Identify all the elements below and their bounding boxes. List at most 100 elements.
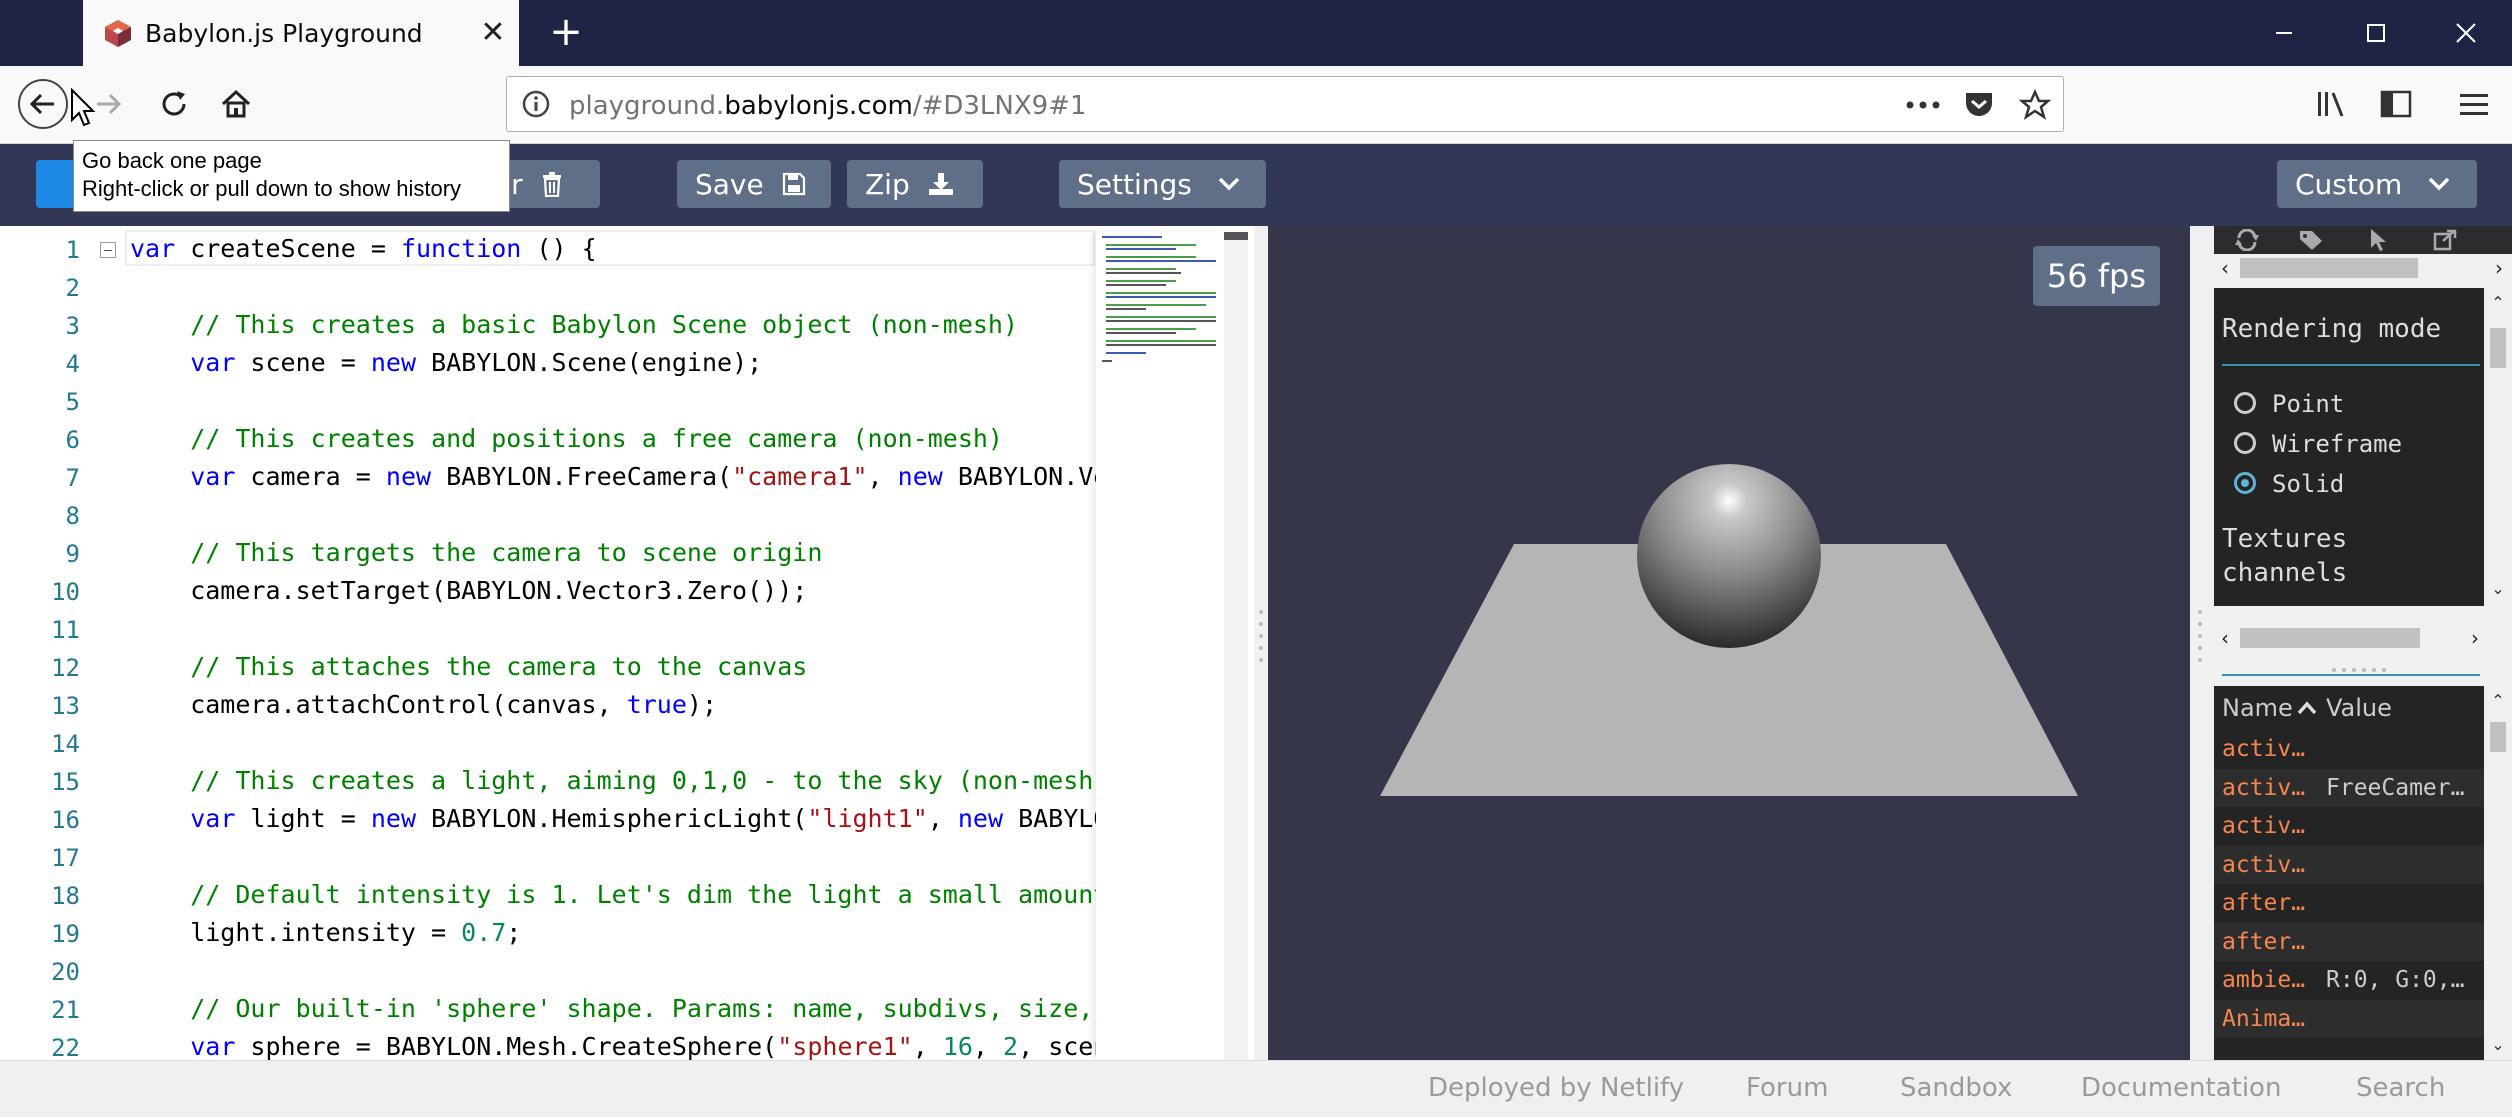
- scene-render: [1380, 464, 2078, 796]
- vscroll-thumb[interactable]: [2490, 328, 2506, 368]
- radio-point-label: Point: [2272, 390, 2345, 418]
- footer-link-sandbox[interactable]: Sandbox: [1900, 1073, 2012, 1103]
- editor-canvas-splitter[interactable]: [1254, 226, 1268, 1060]
- debug-inspector: ‹ › Rendering mode Point Wireframe Solid…: [2210, 226, 2512, 1060]
- scroll-down-icon[interactable]: ⌄: [2486, 576, 2510, 600]
- name-column-header[interactable]: Name: [2214, 694, 2322, 722]
- properties-header: Name Value: [2214, 686, 2484, 730]
- property-name: activ…: [2222, 774, 2306, 801]
- property-row[interactable]: activ… FreeCamer…: [2214, 768, 2484, 807]
- zip-button[interactable]: Zip: [847, 160, 983, 208]
- scroll-up-icon[interactable]: ⌃: [2486, 688, 2510, 712]
- inspector-toolbar: [2214, 226, 2512, 254]
- property-name: activ…: [2222, 813, 2306, 839]
- maximize-window-icon[interactable]: [2346, 12, 2406, 54]
- line-number: 8: [65, 502, 80, 530]
- property-row[interactable]: after…: [2214, 922, 2484, 961]
- editor-vertical-scrollbar[interactable]: [1224, 232, 1248, 1060]
- line-number: 5: [65, 388, 80, 416]
- grip-dots-icon: [1259, 610, 1263, 662]
- section-divider: [2222, 364, 2480, 366]
- render-panel-hscrollbar[interactable]: ‹ ›: [2210, 624, 2512, 652]
- line-number: 3: [65, 312, 80, 340]
- chevron-down-icon: [2428, 177, 2450, 191]
- footer-link-search[interactable]: Search: [2356, 1073, 2445, 1103]
- hscroll-thumb[interactable]: [2240, 628, 2420, 648]
- property-row[interactable]: Anima…: [2214, 999, 2484, 1038]
- settings-label: Settings: [1077, 167, 1192, 201]
- inspector-tabs-hscrollbar[interactable]: ‹ ›: [2210, 254, 2512, 282]
- fold-toggle-icon[interactable]: [100, 242, 116, 258]
- canvas-inspector-splitter[interactable]: [2190, 226, 2210, 1060]
- scroll-right-icon[interactable]: ›: [2462, 624, 2488, 652]
- property-row[interactable]: activ…: [2214, 730, 2484, 768]
- line-number: 4: [65, 350, 80, 378]
- code-content[interactable]: var createScene = function () { // This …: [130, 226, 1096, 1060]
- render-canvas[interactable]: 56 fps: [1268, 226, 2190, 1060]
- vscroll-thumb[interactable]: [2490, 722, 2506, 752]
- url-text: playground.babylonjs.com/#D3LNX9#1: [569, 91, 1087, 121]
- scroll-left-icon[interactable]: ‹: [2212, 624, 2238, 652]
- new-tab-plus-icon[interactable]: +: [546, 12, 586, 52]
- code-line: // This creates and positions a free cam…: [190, 424, 1003, 453]
- line-number: 1: [65, 236, 80, 264]
- code-editor[interactable]: 1 2 3 4 5 6 7 8 9 10 11 12 13 14 15 16 17 18 19 20 21 22 var …: [0, 226, 1254, 1060]
- browser-tab-active[interactable]: Babylon.js Playground ✕: [83, 0, 519, 66]
- reload-icon[interactable]: [150, 80, 198, 128]
- custom-version-dropdown[interactable]: Custom: [2277, 160, 2477, 208]
- code-line: // This targets the camera to scene orig…: [190, 538, 823, 567]
- tags-icon[interactable]: [2280, 226, 2346, 254]
- browser-tab-strip: Babylon.js Playground ✕ +: [0, 0, 2512, 66]
- editor-scroll-thumb[interactable]: [1224, 232, 1248, 240]
- save-button[interactable]: Save: [677, 160, 831, 208]
- refresh-icon[interactable]: [2214, 226, 2280, 254]
- pick-pointer-icon[interactable]: [2346, 226, 2412, 254]
- radio-solid[interactable]: [2234, 472, 2256, 494]
- site-info-icon[interactable]: [521, 89, 551, 119]
- radio-wireframe[interactable]: [2234, 432, 2256, 454]
- library-icon[interactable]: [2308, 80, 2356, 128]
- address-bar[interactable]: playground.babylonjs.com/#D3LNX9#1: [506, 76, 2064, 132]
- line-number: 9: [65, 540, 80, 568]
- hamburger-menu-icon[interactable]: [2450, 80, 2498, 128]
- footer-link-forum[interactable]: Forum: [1746, 1073, 1828, 1103]
- grip-dots-icon[interactable]: [2330, 666, 2390, 674]
- back-arrow-icon[interactable]: [18, 79, 68, 129]
- property-value: FreeCamer…: [2326, 774, 2465, 801]
- popup-external-icon[interactable]: [2412, 226, 2478, 254]
- render-panel-vscrollbar[interactable]: ⌃ ⌄: [2486, 288, 2510, 624]
- zip-button-label: Zip: [865, 167, 910, 201]
- browser-nav-bar: playground.babylonjs.com/#D3LNX9#1: [0, 66, 2512, 144]
- bookmark-star-icon[interactable]: [2017, 87, 2053, 123]
- property-row[interactable]: activ…: [2214, 845, 2484, 884]
- scroll-down-icon[interactable]: ⌄: [2486, 1032, 2510, 1056]
- code-line: camera.setTarget(BABYLON.Vector3.Zero())…: [130, 576, 808, 605]
- close-window-icon[interactable]: [2436, 12, 2496, 54]
- rendering-mode-title: Rendering mode: [2222, 314, 2442, 344]
- page-actions-icon[interactable]: [1905, 87, 1941, 123]
- tab-close-icon[interactable]: ✕: [473, 12, 513, 52]
- value-column-header[interactable]: Value: [2322, 694, 2392, 722]
- settings-dropdown[interactable]: Settings: [1059, 160, 1266, 208]
- hscroll-thumb[interactable]: [2240, 258, 2418, 278]
- scroll-up-icon[interactable]: ⌃: [2486, 290, 2510, 314]
- sort-chevron-up-icon: [2297, 701, 2317, 715]
- property-row[interactable]: ambie… R:0, G:0,…: [2214, 961, 2484, 999]
- code-minimap[interactable]: [1096, 232, 1222, 1060]
- home-icon[interactable]: [212, 80, 260, 128]
- pocket-icon[interactable]: [1961, 87, 1997, 123]
- property-row[interactable]: after…: [2214, 884, 2484, 922]
- minimize-window-icon[interactable]: [2254, 12, 2314, 54]
- scroll-right-icon[interactable]: ›: [2486, 254, 2512, 282]
- line-number: 18: [51, 882, 80, 910]
- line-number: 22: [51, 1034, 80, 1060]
- rendering-panel: Rendering mode Point Wireframe Solid Tex…: [2214, 288, 2484, 676]
- properties-vscrollbar[interactable]: ⌃ ⌄: [2486, 686, 2510, 1060]
- footer-link-netlify[interactable]: Deployed by Netlify: [1428, 1073, 1684, 1103]
- line-number: 6: [65, 426, 80, 454]
- sidebar-toggle-icon[interactable]: [2372, 80, 2420, 128]
- radio-point[interactable]: [2234, 392, 2256, 414]
- property-row[interactable]: activ…: [2214, 807, 2484, 845]
- footer-link-documentation[interactable]: Documentation: [2081, 1073, 2281, 1103]
- scroll-left-icon[interactable]: ‹: [2212, 254, 2238, 282]
